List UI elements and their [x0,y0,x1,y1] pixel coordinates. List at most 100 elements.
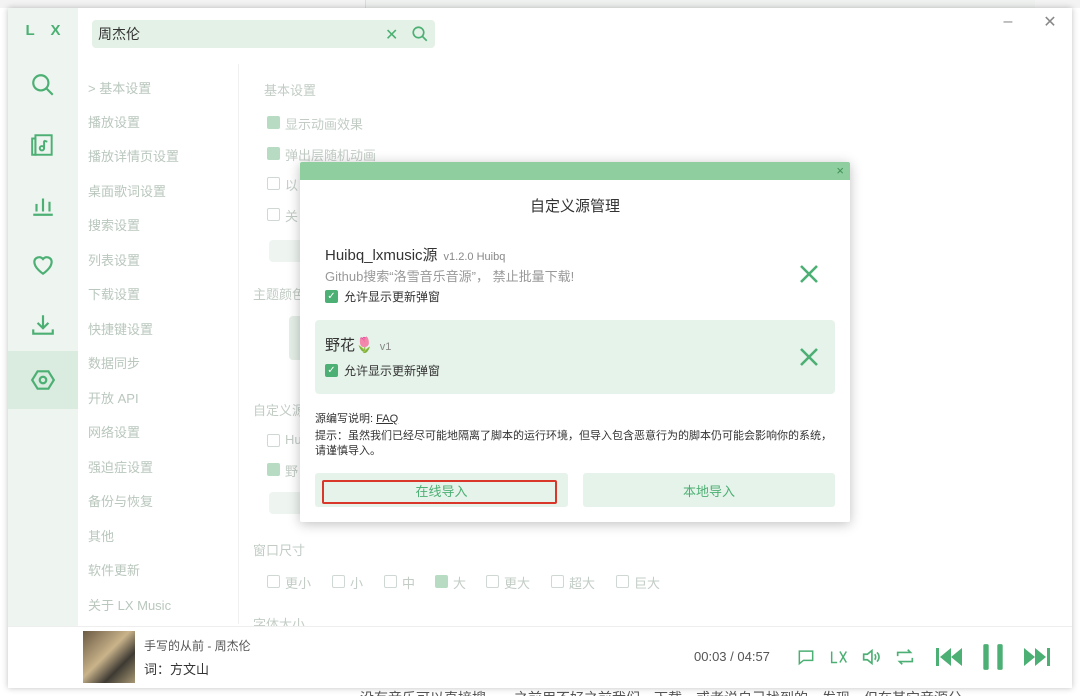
window-size-option: 更大 [504,576,531,591]
source-description: Github搜索“洛雪音乐音源”， 禁止批量下载! [325,269,575,284]
checkbox[interactable] [384,575,397,588]
dialog-header-bar: × [300,162,850,180]
section-title: 基本设置 [264,83,317,98]
settings-nav: > 基本设置 播放设置 播放详情页设置 桌面歌词设置 搜索设置 列表设置 下载设… [78,64,238,624]
sidebar-download[interactable] [8,296,78,354]
close-window-icon[interactable]: ✕ [1042,14,1058,31]
checkbox[interactable] [435,575,448,588]
settings-nav-item[interactable]: 关于 LX Music [88,595,171,614]
option-label: 以 [285,178,299,193]
sidebar-favorites[interactable] [8,236,78,294]
settings-nav-item[interactable]: 其他 [88,526,114,545]
app-window: L X – ✕ 周杰伦 ✕ > 基本设置 播放设置 播放详情页设置 桌面歌词设置… [8,8,1072,688]
remove-source-icon[interactable] [797,345,821,369]
sidebar-leaderboard[interactable] [8,176,78,234]
settings-hexagon-icon [30,370,56,390]
settings-nav-item[interactable]: > 基本设置 [88,78,151,97]
window-size-option: 中 [402,576,416,591]
settings-nav-item[interactable]: 列表设置 [88,250,140,269]
checkbox-checked[interactable]: ✓ [325,364,338,377]
safety-warning: 提示：虽然我们已经尽可能地隔离了脚本的运行环境，但导入包含恶意行为的脚本仍可能会… [315,430,832,457]
sidebar-search[interactable] [8,56,78,114]
source-name: 野花🌷 v1 [325,337,392,354]
comment-icon[interactable] [796,645,816,669]
settings-nav-item[interactable]: 开放 API [88,388,139,407]
settings-nav-item[interactable]: 播放详情页设置 [88,146,179,165]
faq-link[interactable]: FAQ [376,413,398,425]
previous-icon[interactable] [934,644,964,670]
settings-nav-item[interactable]: 搜索设置 [88,215,140,234]
background-window [0,0,1080,8]
checkbox[interactable] [267,434,280,447]
local-import-button[interactable]: 本地导入 [583,473,835,507]
search-submit-icon[interactable] [411,25,429,43]
heart-icon [33,256,53,275]
window-size-option: 更小 [285,576,312,591]
checkbox[interactable] [551,575,564,588]
checkbox[interactable] [332,575,345,588]
source-name: Huibq_lxmusic源 v1.2.0 Huibq [325,247,506,264]
music-file-icon [31,134,53,156]
pause-icon[interactable] [980,643,1006,671]
volume-icon[interactable] [860,645,882,669]
settings-nav-item[interactable]: 强迫症设置 [88,457,153,476]
play-time: 00:03 / 04:57 [694,649,770,664]
checkbox[interactable] [267,463,280,476]
clear-search-icon[interactable]: ✕ [385,25,401,44]
checkbox[interactable] [267,208,280,221]
checkbox-label: 允许显示更新弹窗 [344,290,441,304]
minimize-icon[interactable]: – [1000,13,1016,30]
section-title: 自定义源 [253,403,306,418]
settings-nav-item[interactable]: 数据同步 [88,353,140,372]
checkbox[interactable] [267,116,280,129]
checkbox[interactable] [267,147,280,160]
checkbox-checked[interactable]: ✓ [325,290,338,303]
online-import-button[interactable]: 在线导入 [315,473,568,507]
current-lyric: 词：方文山 [144,662,210,677]
window-controls: – ✕ [1000,13,1058,31]
app-logo: L X [25,22,67,39]
allow-update-popup-option[interactable]: ✓ 允许显示更新弹窗 [325,288,440,305]
settings-nav-item[interactable]: 桌面歌词设置 [88,181,166,200]
checkbox-label: 允许显示更新弹窗 [344,364,441,378]
repeat-icon[interactable] [894,645,916,669]
custom-source-dialog: × 自定义源管理 Huibq_lxmusic源 v1.2.0 Huibq Gith… [300,162,850,522]
sidebar-settings[interactable] [8,351,78,409]
window-size-option: 小 [350,576,364,591]
option-label: 显示动画效果 [285,117,364,132]
checkbox[interactable] [267,575,280,588]
settings-nav-item[interactable]: 快捷键设置 [88,319,153,338]
source-doc-note: 源编写说明: FAQ [315,413,399,425]
settings-nav-item[interactable]: 下载设置 [88,284,140,303]
section-title: 主题颜色 [253,287,306,302]
sidebar-songlist[interactable] [8,116,78,174]
search-input[interactable] [98,24,378,44]
source-version: v1 [379,341,392,353]
checkbox[interactable] [616,575,629,588]
search-icon [32,74,54,96]
allow-update-popup-option[interactable]: ✓ 允许显示更新弹窗 [325,362,440,379]
download-icon [32,315,54,335]
screen: 没有音乐可以直接搜…，之前用不好之前我们…下载…或者说自己找到的…发现…但在其它… [0,0,1080,696]
window-size-option: 巨大 [634,576,661,591]
settings-nav-item[interactable]: 网络设置 [88,422,140,441]
source-version: v1.2.0 Huibq [443,251,506,263]
settings-nav-item[interactable]: 播放设置 [88,112,140,131]
settings-nav-item[interactable]: 备份与恢复 [88,491,153,510]
checkbox[interactable] [486,575,499,588]
checkbox[interactable] [267,177,280,190]
source-item: Huibq_lxmusic源 v1.2.0 Huibq Github搜索“洛雪音乐… [315,234,835,308]
song-title: 手写的从前 - 周杰伦 [144,639,251,653]
remove-source-icon[interactable] [797,262,821,286]
section-title: 窗口尺寸 [253,543,306,558]
option-label: 关 [285,209,299,224]
source-item: 野花🌷 v1 ✓ 允许显示更新弹窗 [315,320,835,394]
settings-nav-item[interactable]: 软件更新 [88,560,140,579]
next-icon[interactable] [1022,644,1052,670]
window-size-option: 大 [453,576,467,591]
desktop-lyric-off-icon[interactable] [828,645,850,669]
window-size-option: 超大 [569,576,596,591]
dialog-close-icon[interactable]: × [836,163,844,178]
album-cover[interactable] [83,631,135,683]
search-bar: ✕ [92,20,435,48]
